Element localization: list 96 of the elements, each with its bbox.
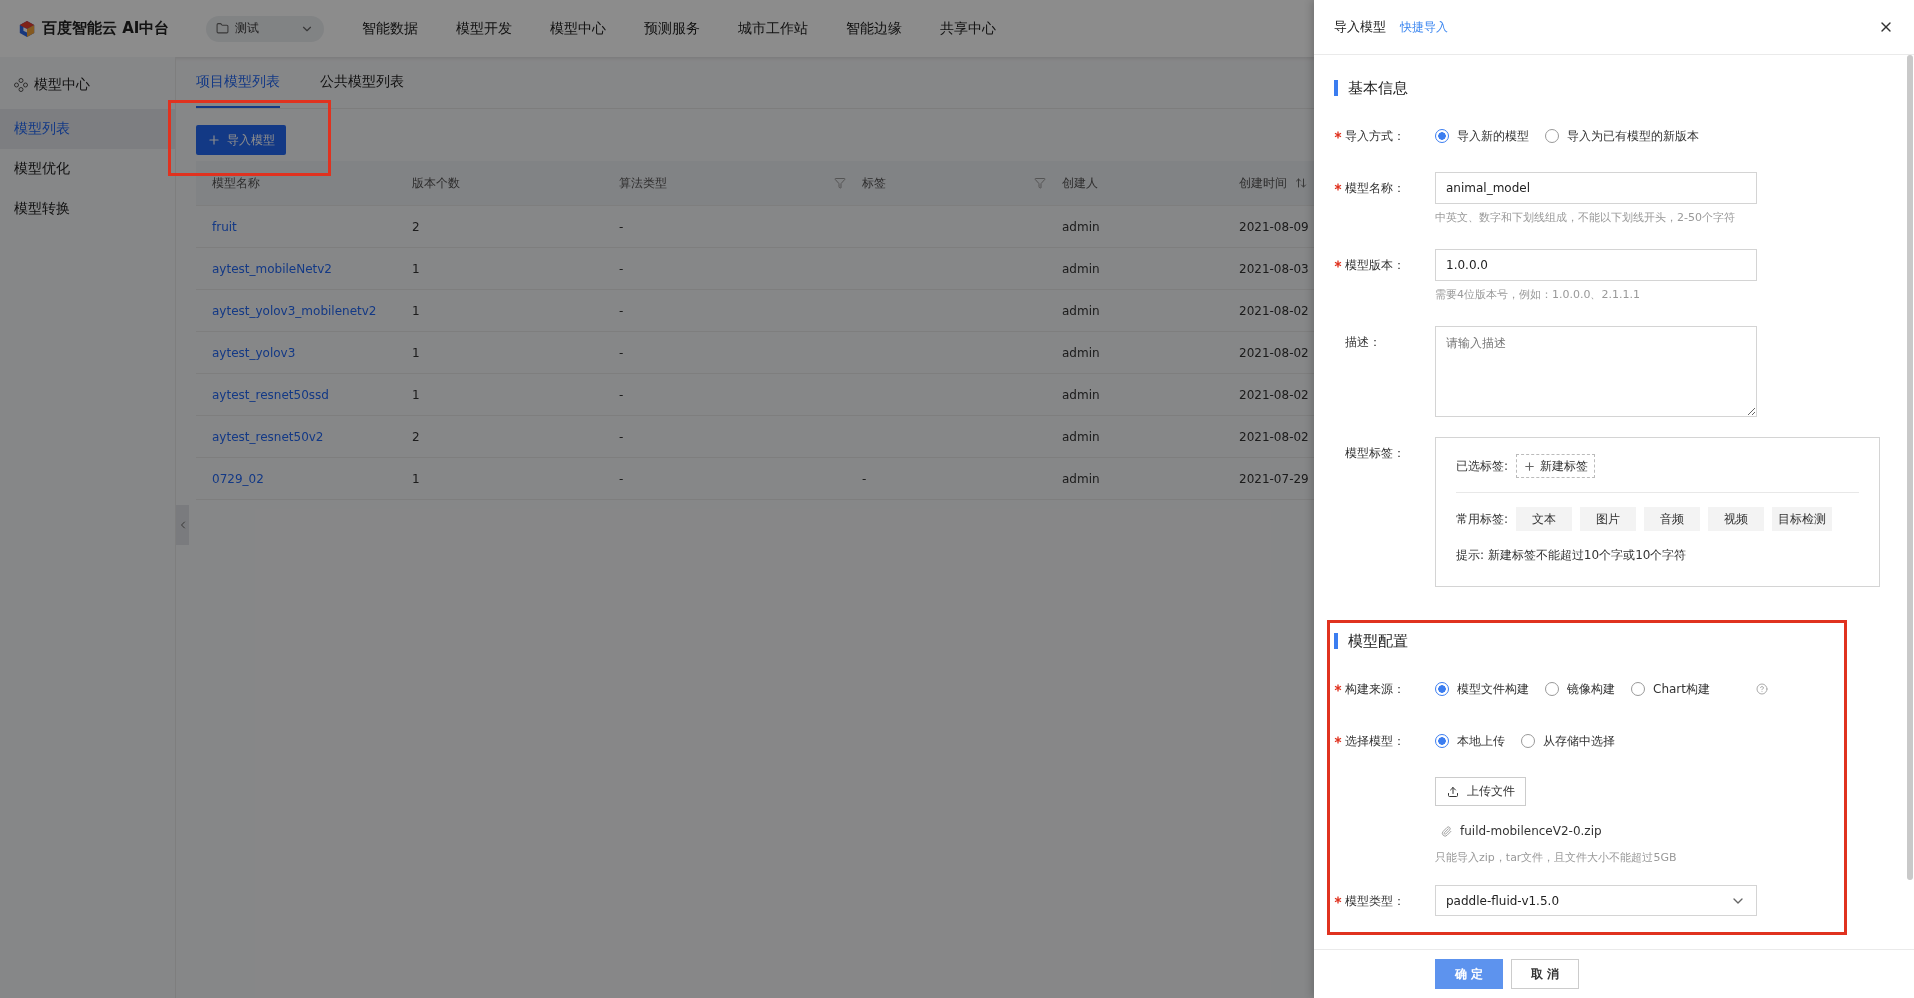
radio-option[interactable]: 导入新的模型 [1435,127,1529,145]
table-cell: 2 [412,429,420,444]
tag-tip: 提示: 新建标签不能超过10个字或10个字符 [1456,547,1688,564]
table-cell: 1 [412,303,420,318]
table-cell: - [619,429,624,444]
section-title: 基本信息 [1348,78,1408,98]
field-label: 模型版本： [1345,257,1405,274]
nav-item[interactable]: 智能数据 [362,19,418,38]
model-link[interactable]: aytest_resnet50v2 [212,429,324,444]
table-cell: - [619,387,624,402]
column-header: 创建人 [1062,174,1098,192]
tag-chip[interactable]: 文本 [1516,507,1573,531]
text-field[interactable]: 1.0.0.0 [1435,249,1757,281]
sidebar-item[interactable]: 模型优化 [0,149,175,189]
tag-chip[interactable]: 音频 [1644,507,1701,531]
table-cell: 2021-07-29 [1239,471,1309,486]
nav-item[interactable]: 模型中心 [550,19,606,38]
table-cell: admin [1062,387,1100,402]
text-field[interactable]: animal_model [1435,172,1757,204]
table-cell: - [619,219,624,234]
field-hint: 需要4位版本号，例如：1.0.0.0、2.1.1.1 [1435,287,1641,302]
field-label: 模型名称： [1345,180,1405,197]
table-cell: admin [1062,429,1100,444]
logo-text: 百度智能云 AI中台 [42,19,170,38]
model-link[interactable]: fruit [212,219,237,234]
sidebar-item[interactable]: 模型转换 [0,189,175,229]
table-cell: admin [1062,345,1100,360]
column-header: 标签 [862,174,886,192]
field-label: 模型标签： [1345,445,1405,462]
table-cell: 2021-08-02 [1239,429,1309,444]
radio-option[interactable]: 本地上传 [1435,732,1505,750]
radio-option[interactable]: Chart构建 [1631,680,1710,698]
model-link[interactable]: aytest_mobileNetv2 [212,261,332,276]
column-header: 算法类型 [619,174,667,192]
table-cell: 2021-08-02 [1239,387,1309,402]
tag-chip[interactable]: 图片 [1580,507,1637,531]
column-header: 模型名称 [212,174,260,192]
table-cell: 2021-08-02 [1239,345,1309,360]
table-cell: - [862,471,867,486]
cancel-button[interactable]: 取 消 [1511,959,1579,989]
tag-chip[interactable]: 目标检测 [1772,507,1833,531]
field-label: 构建来源： [1345,681,1405,698]
table-cell: 1 [412,471,420,486]
model-link[interactable]: aytest_yolov3 [212,345,296,360]
field-hint: 中英文、数字和下划线组成，不能以下划线开头，2-50个字符 [1435,210,1736,225]
quick-import-link[interactable]: 快捷导入 [1400,18,1864,36]
import-button[interactable]: 导入模型 [196,125,286,155]
table-cell: 2021-08-03 [1239,261,1309,276]
new-tag-button[interactable]: 新建标签 [1516,454,1596,478]
field-label: 导入方式： [1345,128,1405,145]
field-label: 模型类型： [1345,893,1405,910]
confirm-button[interactable]: 确 定 [1435,959,1503,989]
radio-option[interactable]: 模型文件构建 [1435,680,1529,698]
upload-button[interactable]: 上传文件 [1435,777,1526,806]
column-header: 版本个数 [412,174,460,192]
drawer-title: 导入模型 [1334,18,1386,36]
tab[interactable]: 公共模型列表 [320,57,404,108]
table-cell: admin [1062,303,1100,318]
model-link[interactable]: aytest_resnet50ssd [212,387,329,402]
model-link[interactable]: aytest_yolov3_mobilenetv2 [212,303,377,318]
tab[interactable]: 项目模型列表 [196,57,280,108]
table-cell: 2021-08-09 [1239,219,1309,234]
nav-item[interactable]: 共享中心 [940,19,996,38]
nav-item[interactable]: 预测服务 [644,19,700,38]
select-field[interactable]: paddle-fluid-v1.5.0 [1435,885,1757,916]
table-cell: admin [1062,471,1100,486]
radio-option[interactable]: 镜像构建 [1545,680,1615,698]
nav-item[interactable]: 模型开发 [456,19,512,38]
field-hint: 只能导入zip，tar文件，且文件大小不能超过5GB [1435,850,1677,865]
tag-label: 已选标签: [1456,457,1509,475]
radio-option[interactable]: 导入为已有模型的新版本 [1545,127,1699,145]
radio-option[interactable]: 从存储中选择 [1521,732,1615,750]
table-cell: admin [1062,261,1100,276]
file-name[interactable]: fuild-mobilenceV2-0.zip [1460,824,1602,838]
table-cell: 1 [412,345,420,360]
table-cell: 1 [412,261,420,276]
model-link[interactable]: 0729_02 [212,471,264,486]
table-cell: - [619,345,624,360]
field-label: 选择模型： [1345,733,1405,750]
project-select[interactable]: 测试 [206,15,324,42]
field-label: 描述： [1345,334,1381,351]
section-title: 模型配置 [1348,631,1408,651]
table-cell: - [619,471,624,486]
sidebar-title: 模型中心 [34,76,90,94]
tag-label: 常用标签: [1456,510,1509,528]
table-cell: 2 [412,219,420,234]
table-cell: 2021-08-02 [1239,303,1309,318]
table-cell: - [619,261,624,276]
description-field[interactable]: 请输入描述 [1435,326,1757,417]
nav-item[interactable]: 智能边缘 [846,19,902,38]
column-header: 创建时间 [1239,174,1287,192]
table-cell: - [619,303,624,318]
nav-item[interactable]: 城市工作站 [738,19,808,38]
tag-chip[interactable]: 视频 [1708,507,1765,531]
table-cell: admin [1062,219,1100,234]
table-cell: 1 [412,387,420,402]
